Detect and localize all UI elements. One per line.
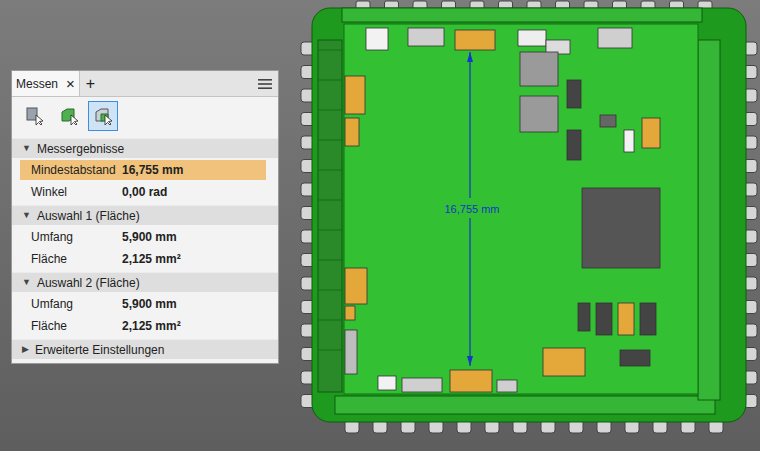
section-header[interactable]: ▼Messergebnisse xyxy=(12,138,278,158)
section: ▶Erweiterte Einstellungen xyxy=(12,336,278,359)
tool-button[interactable] xyxy=(88,101,118,131)
result-row: Fläche2,125 mm² xyxy=(12,248,278,269)
face-measure-icon xyxy=(93,106,113,126)
panel-tab[interactable]: Messen× xyxy=(12,71,80,96)
result-row: Fläche2,125 mm² xyxy=(12,315,278,336)
panel-header: Messen× + xyxy=(12,71,278,97)
section-header[interactable]: ▼Auswahl 1 (Fläche) xyxy=(12,205,278,225)
inventor-viewport: 16,755 mm Messen× + ▼MessergebnisseMindesta… xyxy=(0,0,760,451)
tool-button[interactable] xyxy=(54,101,84,131)
section-header[interactable]: ▶Erweiterte Einstellungen xyxy=(12,339,278,359)
body-measure-icon xyxy=(59,106,79,126)
result-row: Mindestabstand16,755 mm xyxy=(12,159,278,180)
close-button[interactable]: × xyxy=(66,76,75,91)
point-measure-icon xyxy=(25,106,45,126)
section-header[interactable]: ▼Auswahl 2 (Fläche) xyxy=(12,272,278,292)
pins xyxy=(301,1,757,433)
toolbar xyxy=(12,97,278,135)
section: ▼Auswahl 2 (Fläche)Umfang5,900 mmFläche2… xyxy=(12,269,278,336)
dimension-label: 16,755 mm xyxy=(444,203,499,215)
frame xyxy=(312,8,746,422)
board xyxy=(344,24,698,394)
menu-icon[interactable] xyxy=(258,78,272,90)
components xyxy=(345,28,660,392)
result-row: Umfang5,900 mm xyxy=(12,226,278,247)
section: ▼MessergebnisseMindestabstand16,755 mmWi… xyxy=(12,135,278,202)
add-button[interactable]: + xyxy=(86,76,95,92)
result-row: Umfang5,900 mm xyxy=(12,293,278,314)
measure-panel[interactable]: Messen× + ▼MessergebnisseMindestabstand16,… xyxy=(11,70,279,364)
tool-button[interactable] xyxy=(20,101,50,131)
result-row: Winkel0,00 rad xyxy=(12,181,278,202)
section: ▼Auswahl 1 (Fläche)Umfang5,900 mmFläche2… xyxy=(12,202,278,269)
